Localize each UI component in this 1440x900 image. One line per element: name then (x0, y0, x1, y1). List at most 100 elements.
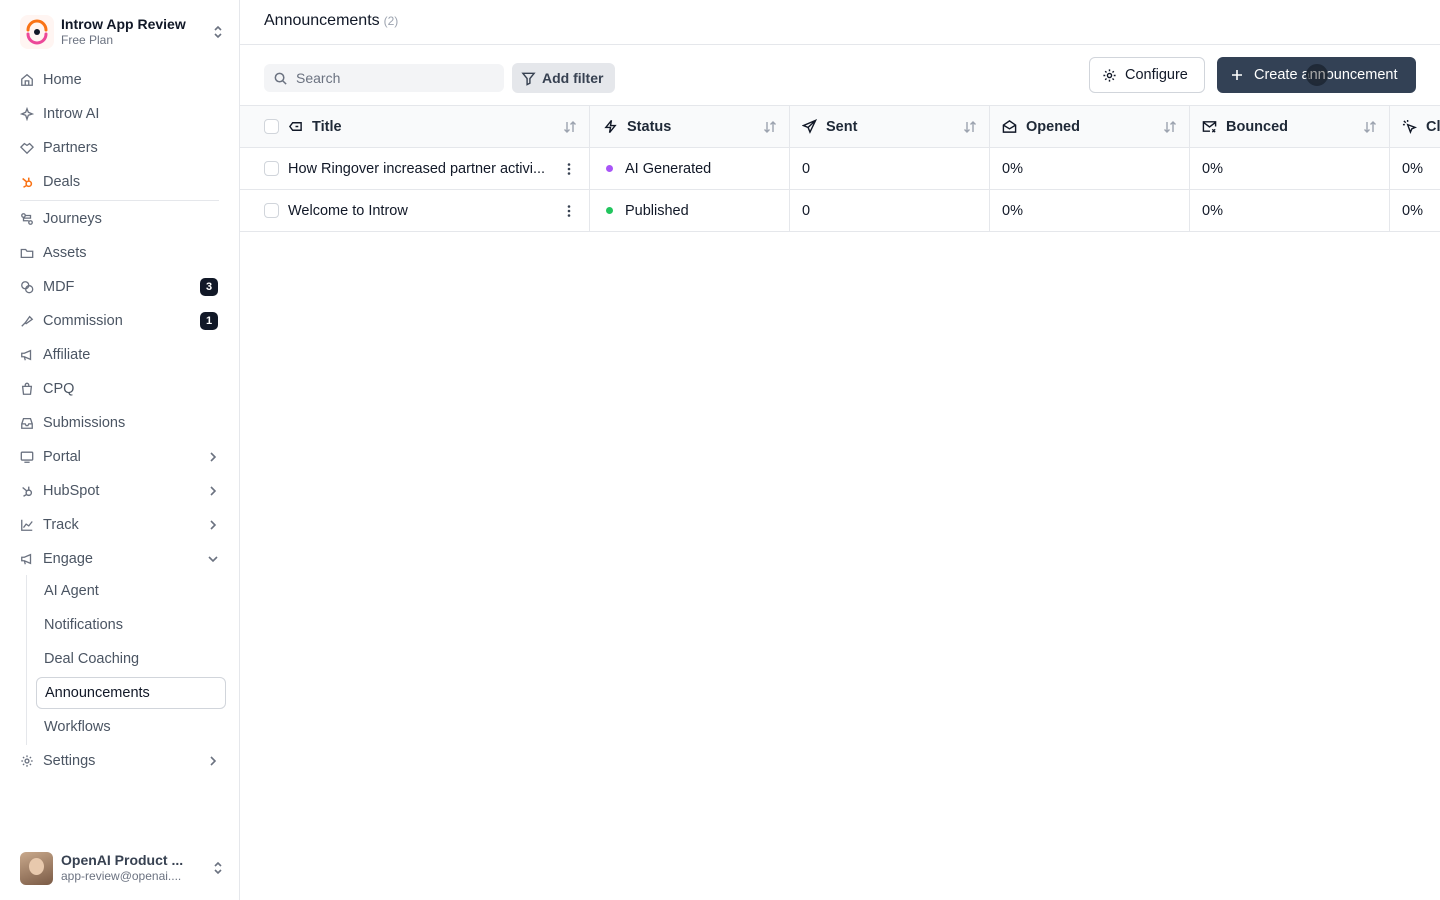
workspace-plan: Free Plan (61, 33, 114, 48)
nav-item-assets[interactable]: Assets (20, 238, 226, 268)
nav-item-partners[interactable]: Partners (20, 133, 226, 163)
user-name: OpenAI Product ... (61, 851, 184, 868)
nav-item-label: Track (43, 517, 79, 533)
status-dot (606, 207, 613, 214)
nav-item-track[interactable]: Track (20, 510, 226, 540)
mouse-cursor-indicator (1306, 64, 1328, 86)
row-checkbox[interactable] (264, 161, 279, 176)
sidebar-item-workflows[interactable]: Workflows (36, 711, 226, 743)
nav-item-cpq[interactable]: CPQ (20, 374, 226, 404)
handshake-icon (20, 142, 34, 155)
user-email: app-review@openai.... (61, 869, 182, 884)
column-header-title[interactable]: Title (240, 106, 590, 147)
clicked-value: 0% (1402, 202, 1423, 219)
search-box[interactable] (264, 64, 504, 92)
nav-item-affiliate[interactable]: Affiliate (20, 340, 226, 370)
nav-item-label: Home (43, 72, 82, 88)
journeys-icon (21, 213, 33, 225)
opened-value: 0% (1002, 160, 1023, 177)
sent-value: 0 (802, 202, 811, 219)
chevron-down-icon (208, 556, 218, 563)
nav-item-label: Journeys (43, 211, 102, 227)
sort-icon[interactable] (963, 120, 977, 134)
megaphone-icon (21, 553, 32, 565)
workspace-name: Introw App Review (61, 16, 186, 33)
cell-opened: 0% (990, 190, 1190, 231)
sidebar-item-ai-agent[interactable]: AI Agent (36, 575, 226, 607)
column-header-sent[interactable]: Sent (790, 106, 990, 147)
nav-item-label: Commission (43, 313, 123, 329)
nav-item-label: CPQ (43, 381, 75, 397)
gear-icon (21, 755, 33, 767)
mail-open-icon (1002, 120, 1017, 133)
sort-icon[interactable] (763, 120, 777, 134)
nav-item-submissions[interactable]: Submissions (20, 408, 226, 438)
search-icon (274, 72, 287, 85)
inbox-icon (21, 417, 33, 429)
sidebar-item-announcements[interactable]: Announcements (36, 677, 226, 709)
configure-button[interactable]: Configure (1089, 57, 1205, 93)
column-header-label: Cl (1426, 118, 1440, 135)
status-badge: Published (625, 202, 689, 219)
cell-sent: 0 (790, 190, 990, 231)
table-header: Title Status Sent Opened Bounced Cl (240, 105, 1440, 148)
nav-item-label: Assets (43, 245, 87, 261)
nav-item-hubspot[interactable]: HubSpot (20, 476, 226, 506)
sent-value: 0 (802, 160, 811, 177)
nav-item-deals[interactable]: Deals (20, 167, 226, 197)
nav-item-label: Introw AI (43, 106, 100, 122)
cell-title: How Ringover increased partner activi... (240, 148, 590, 189)
status-dot (606, 165, 613, 172)
sort-icon[interactable] (563, 120, 577, 134)
chevrons-up-down-icon (214, 25, 222, 39)
more-vertical-icon[interactable] (561, 203, 577, 219)
nav-item-label: Deals (43, 174, 81, 190)
sort-icon[interactable] (1363, 120, 1377, 134)
table-row[interactable]: How Ringover increased partner activi...… (240, 148, 1440, 190)
column-header-clicked[interactable]: Cl (1390, 106, 1440, 147)
column-header-status[interactable]: Status (590, 106, 790, 147)
nav-item-introw-ai[interactable]: Introw AI (20, 99, 226, 129)
sort-icon[interactable] (1163, 120, 1177, 134)
nav-item-home[interactable]: Home (20, 65, 226, 95)
select-all-checkbox[interactable] (264, 119, 279, 134)
search-input[interactable] (296, 70, 496, 86)
mail-x-icon (1202, 121, 1217, 133)
hubspot-deals-icon (22, 177, 33, 188)
more-vertical-icon[interactable] (561, 161, 577, 177)
nav-item-portal[interactable]: Portal (20, 442, 226, 472)
column-header-opened[interactable]: Opened (990, 106, 1190, 147)
column-header-bounced[interactable]: Bounced (1190, 106, 1390, 147)
table-row[interactable]: Welcome to Introw Published 0 0% 0% 0% (240, 190, 1440, 232)
page-header: Announcements (2) (240, 0, 1440, 45)
add-filter-label: Add filter (542, 70, 604, 86)
nav-item-settings[interactable]: Settings (20, 746, 226, 776)
nav-item-journeys[interactable]: Journeys (20, 204, 226, 234)
chevron-right-icon (210, 756, 217, 766)
column-header-label: Status (627, 118, 672, 135)
status-badge: AI Generated (625, 160, 712, 177)
megaphone-icon (21, 349, 32, 361)
announcement-title[interactable]: Welcome to Introw (288, 203, 554, 219)
nav-item-mdf[interactable]: MDF 3 (20, 272, 226, 302)
sidebar-item-deal-coaching[interactable]: Deal Coaching (36, 643, 226, 675)
user-menu[interactable]: OpenAI Product ... app-review@openai.... (20, 851, 226, 885)
cell-sent: 0 (790, 148, 990, 189)
coins-icon (21, 281, 34, 294)
commission-count-badge: 1 (200, 312, 218, 330)
sidebar: Introw App Review Free Plan Home Introw … (0, 0, 240, 900)
cell-bounced: 0% (1190, 190, 1390, 231)
add-filter-button[interactable]: Add filter (512, 63, 615, 93)
sidebar-item-notifications[interactable]: Notifications (36, 609, 226, 641)
nav-item-engage[interactable]: Engage (20, 544, 226, 574)
announcement-title[interactable]: How Ringover increased partner activi... (288, 161, 554, 177)
nav-item-label: Portal (43, 449, 81, 465)
cell-title: Welcome to Introw (240, 190, 590, 231)
workspace-switcher[interactable]: Introw App Review Free Plan (20, 14, 226, 50)
commission-icon (21, 315, 34, 327)
nav-item-label: Submissions (43, 415, 126, 431)
nav-item-commission[interactable]: Commission 1 (20, 306, 226, 336)
nav-item-label: Settings (43, 753, 96, 769)
row-checkbox[interactable] (264, 203, 279, 218)
column-header-label: Bounced (1226, 118, 1289, 135)
